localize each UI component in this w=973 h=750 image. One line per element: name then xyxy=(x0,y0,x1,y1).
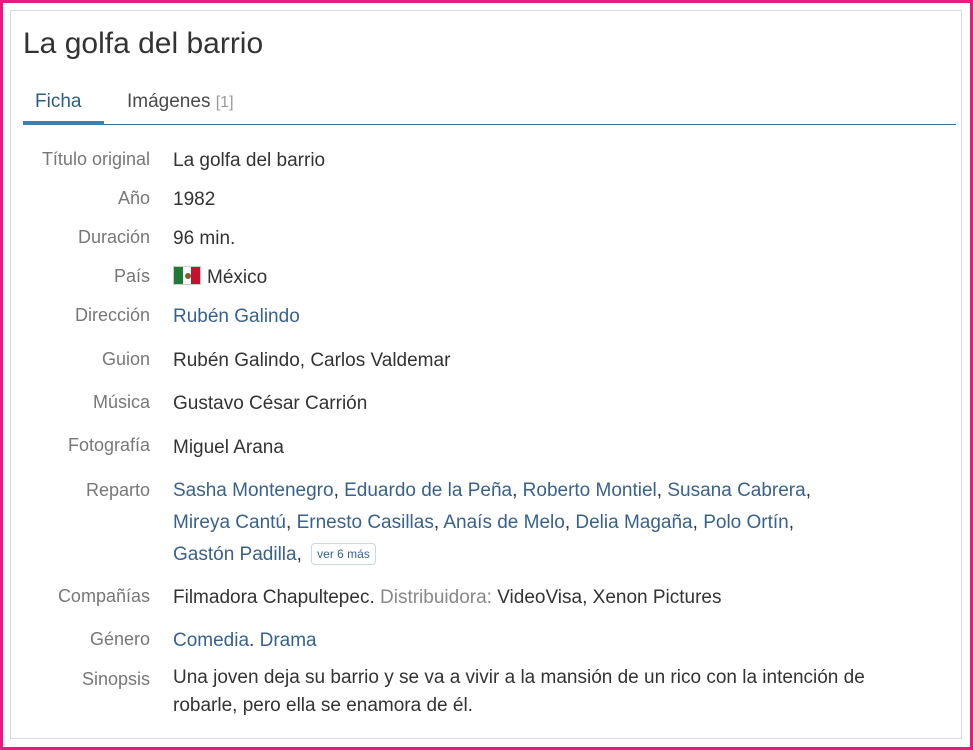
genre-link[interactable]: Drama xyxy=(260,630,317,651)
active-tab-indicator xyxy=(23,121,104,125)
value-pais: México xyxy=(173,262,267,294)
synopsis-line-1: Una joven deja su barrio y se va a vivir… xyxy=(173,667,865,688)
value-direccion: Rubén Galindo xyxy=(173,301,300,333)
value-reparto: Sasha Montenegro, Eduardo de la Peña, Ro… xyxy=(173,480,811,565)
tab-imagenes-label: Imágenes xyxy=(127,91,211,112)
value-anio: 1982 xyxy=(173,189,216,210)
distributor-value: VideoVisa, Xenon Pictures xyxy=(497,587,722,608)
distributor-label: Distribuidora: xyxy=(380,587,492,608)
show-more-cast-button[interactable]: ver 6 más xyxy=(311,543,376,565)
actor-link[interactable]: Delia Magaña xyxy=(575,512,692,533)
actor-link[interactable]: Mireya Cantú xyxy=(173,512,286,533)
value-guion: Rubén Galindo, Carlos Valdemar xyxy=(173,350,451,371)
tab-ficha[interactable]: Ficha xyxy=(35,91,81,113)
mexico-flag-icon xyxy=(173,266,201,285)
genre-link[interactable]: Comedia xyxy=(173,630,249,651)
label-musica: Música xyxy=(92,392,150,412)
actor-link[interactable]: Polo Ortín xyxy=(703,512,789,533)
label-direccion: Dirección xyxy=(74,305,150,325)
value-fotografia: Miguel Arana xyxy=(173,437,284,458)
actor-link[interactable]: Susana Cabrera xyxy=(667,480,805,501)
tab-bar: Ficha Imágenes [1] xyxy=(23,87,956,125)
synopsis-line-2: robarle, pero ella se enamora de él. xyxy=(173,695,473,716)
production-company: Filmadora Chapultepec. xyxy=(173,587,375,608)
label-companias: Compañías xyxy=(57,586,150,606)
value-sinopsis: Una joven deja su barrio y se va a vivir… xyxy=(173,664,963,720)
actor-link[interactable]: Ernesto Casillas xyxy=(297,512,434,533)
actor-link[interactable]: Anaís de Melo xyxy=(443,512,564,533)
tab-imagenes-count: [1] xyxy=(215,94,234,111)
actor-link[interactable]: Eduardo de la Peña xyxy=(344,480,512,501)
label-fotografia: Fotografía xyxy=(67,435,150,455)
value-titulo-original: La golfa del barrio xyxy=(173,150,326,171)
label-sinopsis: Sinopsis xyxy=(81,669,150,689)
value-genero: Comedia. Drama xyxy=(173,630,317,651)
country-name: México xyxy=(207,267,268,288)
page-frame: La golfa del barrio Ficha Imágenes [1] T… xyxy=(0,0,973,750)
value-duracion: 96 min. xyxy=(173,228,236,249)
tab-ficha-label: Ficha xyxy=(35,91,82,112)
label-duracion: Duración xyxy=(77,227,150,247)
label-genero: Género xyxy=(89,629,150,649)
label-reparto: Reparto xyxy=(85,480,150,500)
value-companias: Filmadora Chapultepec. Distribuidora: Vi… xyxy=(173,582,722,614)
label-anio: Año xyxy=(117,188,150,208)
label-pais: País xyxy=(113,266,150,286)
tab-imagenes[interactable]: Imágenes [1] xyxy=(127,91,234,113)
value-musica: Gustavo César Carrión xyxy=(173,393,368,414)
page-title: La golfa del barrio xyxy=(23,27,264,60)
director-link[interactable]: Rubén Galindo xyxy=(173,306,300,327)
label-guion: Guion xyxy=(101,349,150,369)
actor-link[interactable]: Roberto Montiel xyxy=(523,480,657,501)
actor-link[interactable]: Sasha Montenegro xyxy=(173,480,334,501)
label-titulo-original: Título original xyxy=(41,149,150,169)
actor-link[interactable]: Gastón Padilla xyxy=(173,544,297,565)
